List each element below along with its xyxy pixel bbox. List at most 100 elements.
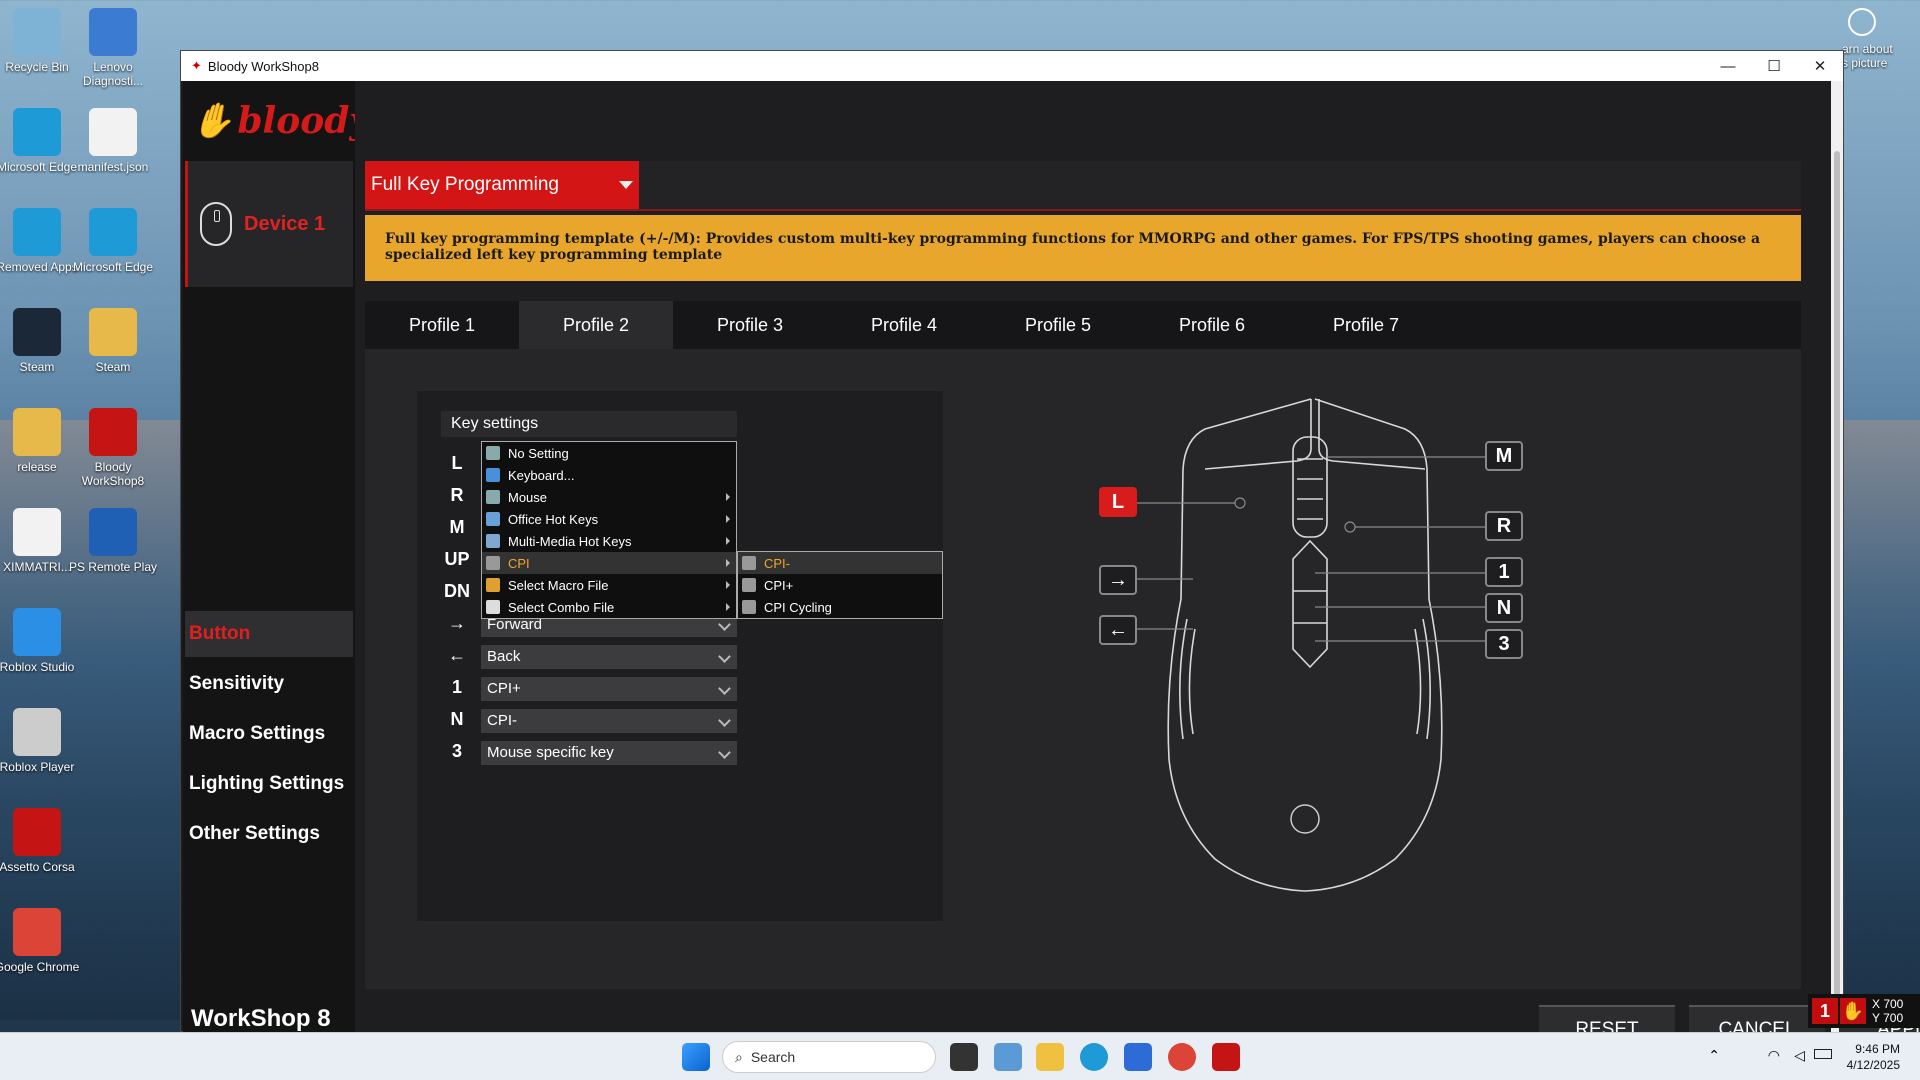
desktop-icon[interactable]: Google Chrome <box>0 908 82 974</box>
nav-button[interactable]: Button <box>185 611 353 657</box>
mode-bar: Full Key Programming <box>365 161 1801 211</box>
desktop-icon-label: Steam <box>95 360 131 374</box>
desktop-app-icon <box>89 108 137 156</box>
taskbar-search[interactable]: ⌕ Search <box>722 1041 936 1073</box>
search-icon: ⌕ <box>735 1048 743 1065</box>
bloody-taskbar-icon[interactable] <box>1212 1043 1240 1071</box>
desktop-icon[interactable]: Roblox Player <box>0 708 82 774</box>
desktop-app-icon <box>13 708 61 756</box>
file-explorer-icon[interactable] <box>1036 1043 1064 1071</box>
desktop-icon-label: Assetto Corsa <box>0 860 75 874</box>
menu-item-office-hot-keys[interactable]: Office Hot Keys <box>482 508 736 530</box>
callout-l-button[interactable]: L <box>1099 487 1137 517</box>
key-select-1[interactable]: CPI+ <box>481 677 737 701</box>
sidebar: ✋ bloody Device 1 Button Sensitivity Mac… <box>183 81 370 1033</box>
callout-forward-button[interactable]: → <box>1099 565 1137 595</box>
key-select-back[interactable]: Back <box>481 645 737 669</box>
callout-3-button[interactable]: 3 <box>1485 629 1523 659</box>
submenu-item-cpi-cycling[interactable]: CPI Cycling <box>738 596 942 618</box>
window-controls: — ☐ ✕ <box>1705 51 1843 81</box>
desktop-icon-label: Google Chrome <box>0 960 80 974</box>
tab-profile-1[interactable]: Profile 1 <box>365 301 519 349</box>
desktop-icon[interactable]: PS Remote Play <box>68 508 158 574</box>
taskbar-clock[interactable]: 9:46 PM 4/12/2025 <box>1847 1041 1900 1073</box>
combo-file-icon <box>486 600 500 614</box>
mode-dropdown[interactable]: Full Key Programming <box>365 161 639 209</box>
volume-icon[interactable]: ◁ <box>1794 1047 1805 1064</box>
menu-item-cpi[interactable]: CPI <box>482 552 736 574</box>
nav-lighting-settings[interactable]: Lighting Settings <box>185 761 353 807</box>
maximize-button[interactable]: ☐ <box>1751 51 1797 81</box>
mouse-icon <box>200 202 232 246</box>
desktop-app-icon <box>13 108 61 156</box>
menu-item-multimedia-hot-keys[interactable]: Multi-Media Hot Keys <box>482 530 736 552</box>
key-label-m: M <box>449 517 465 537</box>
tray-chevron-icon[interactable]: ⌃ <box>1708 1047 1720 1064</box>
desktop-icon[interactable]: Lenovo Diagnosti... <box>68 8 158 88</box>
desktop-icon-label: manifest.json <box>77 160 149 174</box>
learn-about-picture[interactable]: arn about s picture <box>1842 8 1920 70</box>
desktop-icon[interactable]: Steam <box>68 308 158 374</box>
submenu-item-cpi-plus[interactable]: CPI+ <box>738 574 942 596</box>
tab-profile-2[interactable]: Profile 2 <box>519 301 673 349</box>
tab-profile-5[interactable]: Profile 5 <box>981 301 1135 349</box>
key-select-n[interactable]: CPI- <box>481 709 737 733</box>
desktop-app-icon <box>13 308 61 356</box>
task-view-icon[interactable] <box>950 1043 978 1071</box>
callout-n-button[interactable]: N <box>1485 593 1523 623</box>
desktop-icon[interactable]: Bloody WorkShop8 <box>68 408 158 488</box>
bloody-app-icon: ✦ <box>191 58 202 73</box>
tab-profile-6[interactable]: Profile 6 <box>1135 301 1289 349</box>
tab-profile-4[interactable]: Profile 4 <box>827 301 981 349</box>
desktop-icon[interactable]: Microsoft Edge <box>68 208 158 274</box>
desktop-icon[interactable]: Assetto Corsa <box>0 808 82 874</box>
title-bar[interactable]: ✦ Bloody WorkShop8 <box>181 51 1843 81</box>
device-selector[interactable]: Device 1 <box>185 161 353 287</box>
edge-icon[interactable] <box>1080 1043 1108 1071</box>
store-icon[interactable] <box>1124 1043 1152 1071</box>
menu-item-keyboard[interactable]: Keyboard... <box>482 464 736 486</box>
desktop-app-icon <box>13 908 61 956</box>
tab-profile-7[interactable]: Profile 7 <box>1289 301 1443 349</box>
key-select-1-value: CPI+ <box>487 680 521 697</box>
wifi-icon[interactable]: ◠ <box>1768 1047 1780 1064</box>
desktop-icon[interactable]: Roblox Studio <box>0 608 82 674</box>
key-label-l: L <box>451 453 463 473</box>
battery-icon[interactable] <box>1814 1049 1832 1059</box>
desktop-icon[interactable]: manifest.json <box>68 108 158 174</box>
bloody-workshop-window: ✦ Bloody WorkShop8 — ☐ ✕ ✋ bloody Device… <box>180 50 1920 1053</box>
desktop-icon-label: Roblox Player <box>0 760 75 774</box>
submenu-item-cpi-minus[interactable]: CPI- <box>738 552 942 574</box>
menu-item-select-combo-file[interactable]: Select Combo File <box>482 596 736 618</box>
copilot-icon[interactable] <box>994 1043 1022 1071</box>
key-label-3: 3 <box>451 741 462 761</box>
tab-profile-3[interactable]: Profile 3 <box>673 301 827 349</box>
menu-item-select-macro-file[interactable]: Select Macro File <box>482 574 736 596</box>
mouse-icon <box>486 490 500 504</box>
workshop-footer: WorkShop 8 <box>191 1005 331 1032</box>
scrollbar-thumb[interactable] <box>1834 151 1840 1011</box>
menu-item-label: Multi-Media Hot Keys <box>508 533 632 549</box>
nav-sensitivity[interactable]: Sensitivity <box>185 661 353 707</box>
key-settings-header: Key settings <box>441 411 737 437</box>
callout-m-button[interactable]: M <box>1485 441 1523 471</box>
close-button[interactable]: ✕ <box>1797 51 1843 81</box>
callout-1-button[interactable]: 1 <box>1485 557 1523 587</box>
submenu-item-label: CPI- <box>764 555 790 571</box>
submenu-item-label: CPI+ <box>764 577 794 593</box>
callout-back-button[interactable]: ← <box>1099 615 1137 645</box>
minimize-button[interactable]: — <box>1705 51 1751 81</box>
chrome-icon[interactable] <box>1168 1043 1196 1071</box>
window-scrollbar[interactable] <box>1831 81 1843 1033</box>
menu-item-label: Keyboard... <box>508 467 575 483</box>
key-select-3[interactable]: Mouse specific key <box>481 741 737 765</box>
nav-other-settings[interactable]: Other Settings <box>185 811 353 857</box>
bloody-mouse-logo <box>1290 804 1320 834</box>
desktop-app-icon <box>13 8 61 56</box>
start-icon[interactable] <box>682 1043 710 1071</box>
menu-item-no-setting[interactable]: No Setting <box>482 442 736 464</box>
learn-about-label: arn about s picture <box>1842 42 1893 70</box>
callout-r-button[interactable]: R <box>1485 511 1523 541</box>
nav-macro-settings[interactable]: Macro Settings <box>185 711 353 757</box>
menu-item-mouse[interactable]: Mouse <box>482 486 736 508</box>
